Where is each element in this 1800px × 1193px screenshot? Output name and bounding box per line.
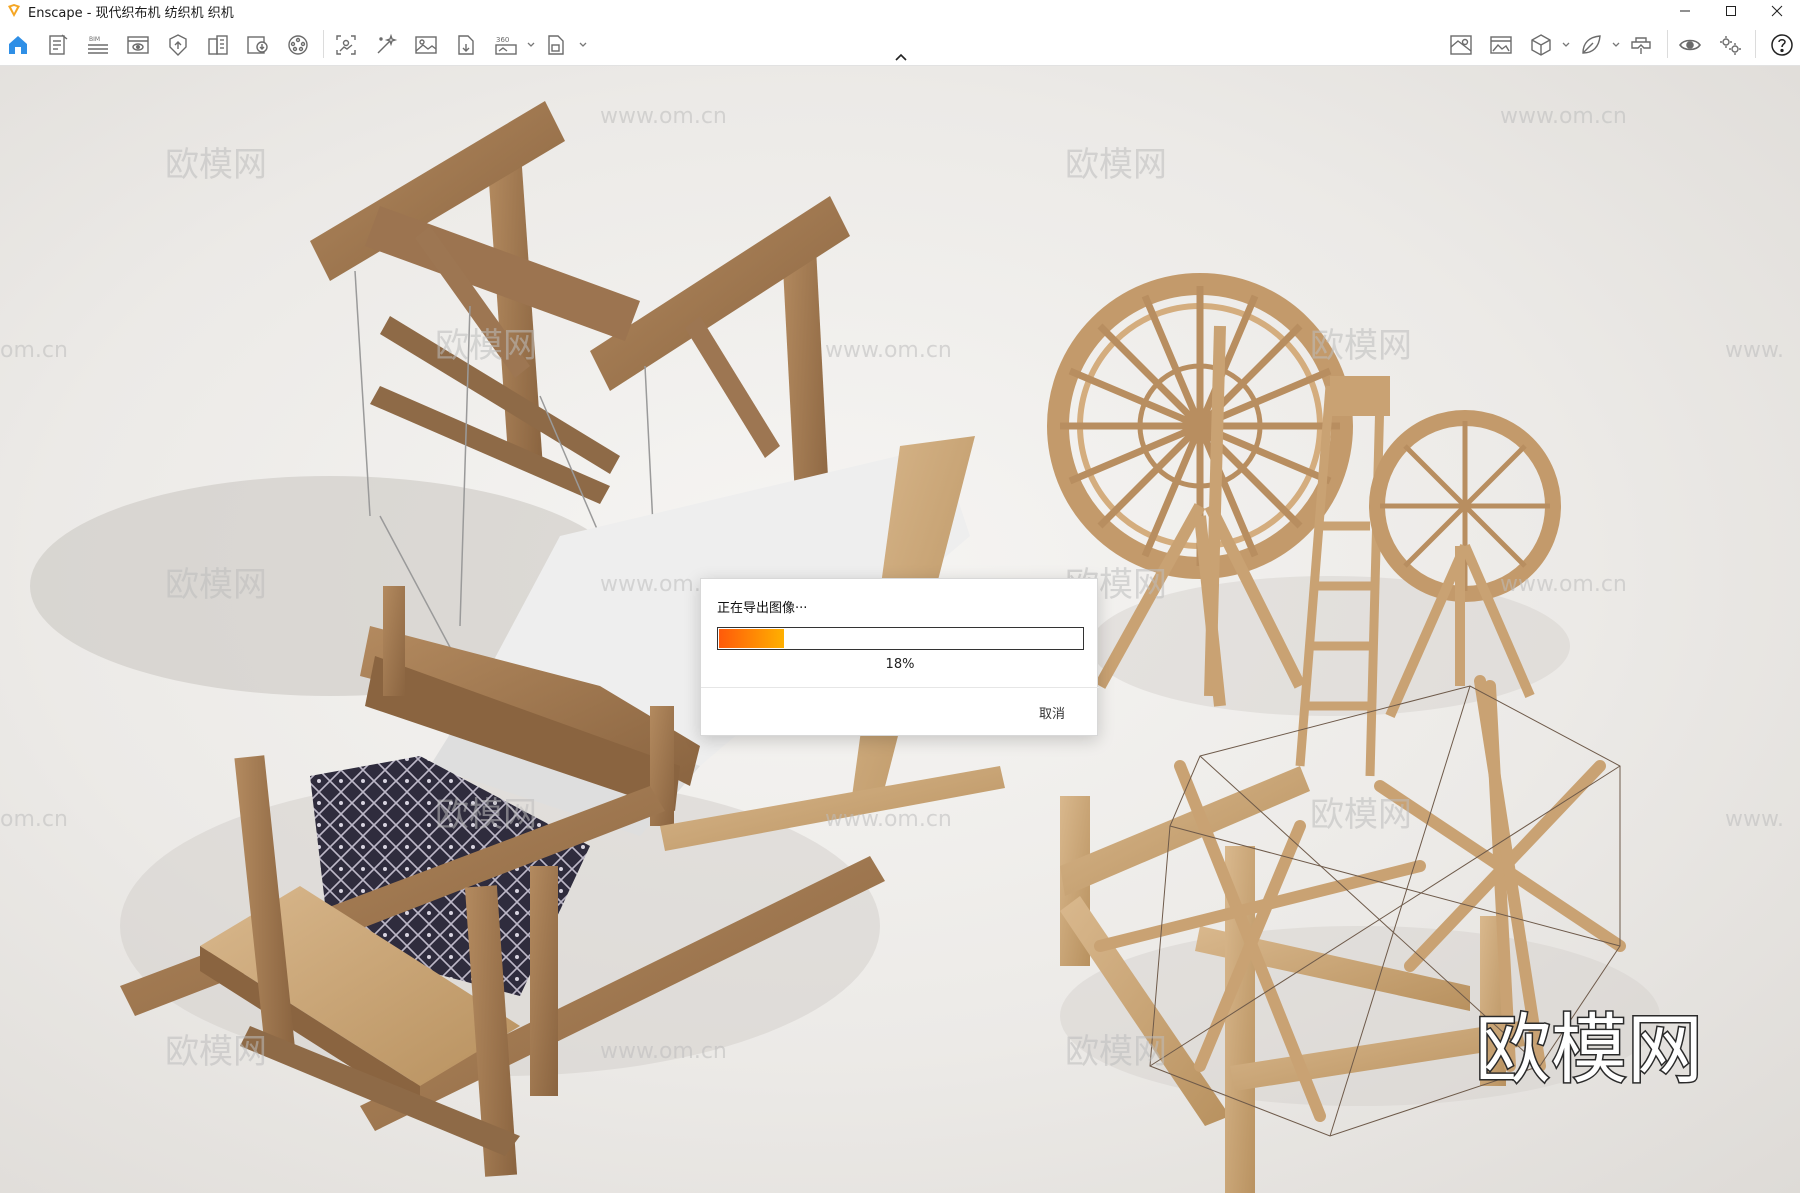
toolbar-separator (323, 30, 324, 58)
chevron-up-icon[interactable] (893, 52, 909, 62)
watermark-text: www.om.cn (825, 807, 952, 832)
minimap-icon[interactable] (1448, 32, 1474, 58)
view-icon[interactable] (125, 32, 151, 58)
watermark-text: 欧模网 (165, 565, 267, 605)
watermark-text: 欧模网 (1065, 1032, 1167, 1072)
watermark-text: www.om.cn (1500, 572, 1627, 597)
palette-icon[interactable] (285, 32, 311, 58)
watermark-text: www.om.cn (600, 1039, 727, 1064)
window-title: Enscape - 现代织布机 纺织机 织机 (28, 5, 234, 21)
toolbar: BIM 360 (0, 22, 1800, 66)
chevron-down-icon[interactable] (1561, 40, 1571, 50)
gallery-icon[interactable] (1488, 32, 1514, 58)
close-button[interactable] (1754, 0, 1800, 22)
watermark-text: om.cn (0, 807, 68, 832)
document-icon[interactable] (45, 32, 71, 58)
watermark-text: 欧模网 (435, 795, 537, 835)
title-bar: Enscape - 现代织布机 纺织机 织机 (0, 0, 1800, 22)
watermark-text: www. (1725, 807, 1784, 832)
leaf-icon[interactable] (1578, 32, 1604, 58)
maximize-button[interactable] (1708, 0, 1754, 22)
upload-icon[interactable] (165, 32, 191, 58)
cube-icon[interactable] (1528, 32, 1554, 58)
pano-label: 360 (496, 36, 509, 44)
batch-export-icon[interactable] (543, 32, 569, 58)
chevron-down-icon[interactable] (1611, 40, 1621, 50)
minimize-button[interactable] (1662, 0, 1708, 22)
toolbar-separator (1755, 30, 1756, 58)
close-icon (1771, 5, 1783, 17)
window-controls (1662, 0, 1800, 22)
progress-fill (719, 629, 784, 648)
export-progress-dialog: 正在导出图像··· 18% 取消 (700, 578, 1099, 736)
progress-percent: 18% (885, 657, 915, 672)
toolbar-separator (1667, 30, 1668, 58)
maximize-icon (1726, 6, 1736, 16)
home-icon[interactable] (5, 32, 31, 58)
watermark-text: 欧模网 (1310, 795, 1412, 835)
brand-logo: 欧模网 (1475, 1005, 1703, 1094)
chevron-down-icon[interactable] (578, 40, 588, 50)
watermark-text: 欧模网 (165, 145, 267, 185)
cloud-icon[interactable] (245, 32, 271, 58)
chevron-down-icon[interactable] (526, 40, 536, 50)
enscape-logo-icon (8, 4, 20, 17)
bim-label: BIM (89, 36, 100, 43)
watermark-text: www.om.cn (825, 338, 952, 363)
watermark-text: 欧模网 (165, 1032, 267, 1072)
watermark-text: 欧模网 (1065, 145, 1167, 185)
watermark-text: www.om.cn (1500, 104, 1627, 129)
render-viewport[interactable]: 欧模网 www.om.cn 欧模网 www.om.cn om.cn 欧模网 ww… (0, 66, 1800, 1193)
cancel-button[interactable]: 取消 (1039, 703, 1065, 722)
watermark-text: 欧模网 (435, 326, 537, 366)
watermark-text: www. (1725, 338, 1784, 363)
minimize-icon (1680, 10, 1690, 12)
watermark-text: www.om.cn (600, 104, 727, 129)
dialog-title: 正在导出图像··· (717, 601, 808, 616)
watermark-text: om.cn (0, 338, 68, 363)
dialog-divider (701, 687, 1099, 688)
building-icon[interactable] (205, 32, 231, 58)
progress-bar (717, 627, 1084, 650)
magic-wand-icon[interactable] (373, 32, 399, 58)
bim-icon[interactable]: BIM (85, 32, 111, 58)
settings-icon[interactable] (1717, 32, 1743, 58)
image-icon[interactable] (413, 32, 439, 58)
help-icon[interactable] (1769, 32, 1795, 58)
panorama-360-icon[interactable]: 360 (493, 32, 519, 58)
vr-headset-icon[interactable] (1628, 32, 1654, 58)
watermark-text: 欧模网 (1310, 326, 1412, 366)
capture-icon[interactable] (333, 32, 359, 58)
eye-icon[interactable] (1677, 32, 1703, 58)
export-document-icon[interactable] (453, 32, 479, 58)
